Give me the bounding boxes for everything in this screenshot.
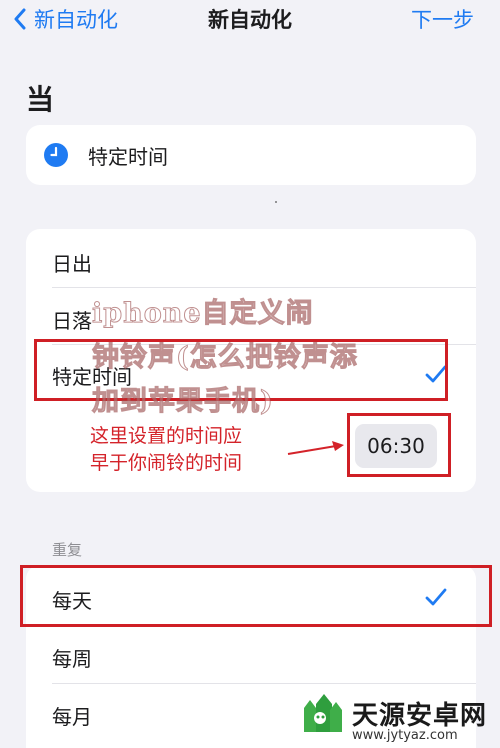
repeat-option-monthly[interactable]: 每月 (52, 701, 92, 730)
stray-dot (275, 201, 277, 203)
section-title: 当 (26, 83, 55, 116)
trigger-card[interactable]: 特定时间 (26, 125, 476, 185)
option-sunrise[interactable]: 日出 (52, 248, 92, 277)
watermark-line: 钟铃声(怎么把铃声添 (92, 342, 358, 374)
highlight-daily (20, 565, 492, 627)
clock-icon (44, 143, 68, 167)
navigation-bar: 新自动化 新自动化 下一步 (0, 0, 500, 44)
trigger-label: 特定时间 (88, 145, 168, 169)
repeat-header: 重复 (52, 541, 83, 559)
annotation-arrow-icon (287, 441, 344, 455)
option-sunset[interactable]: 日落 (52, 305, 92, 334)
logo-url: www.jytyaz.com (352, 728, 458, 743)
divider (52, 683, 476, 684)
divider (52, 287, 476, 288)
next-button[interactable]: 下一步 (411, 4, 474, 34)
annotation-line-2: 早于你闹铃的时间 (90, 452, 243, 474)
watermark-line: 加到苹果手机) (92, 386, 274, 418)
android-logo-icon (304, 694, 342, 732)
repeat-option-weekly[interactable]: 每周 (52, 643, 92, 672)
logo-name: 天源安卓网 (352, 700, 488, 731)
watermark-line: iphone自定义闹 (92, 298, 314, 330)
watermark-overlay: iphone自定义闹 钟铃声(怎么把铃声添 加到苹果手机) (92, 292, 422, 424)
annotation-line-1: 这里设置的时间应 (90, 425, 243, 447)
